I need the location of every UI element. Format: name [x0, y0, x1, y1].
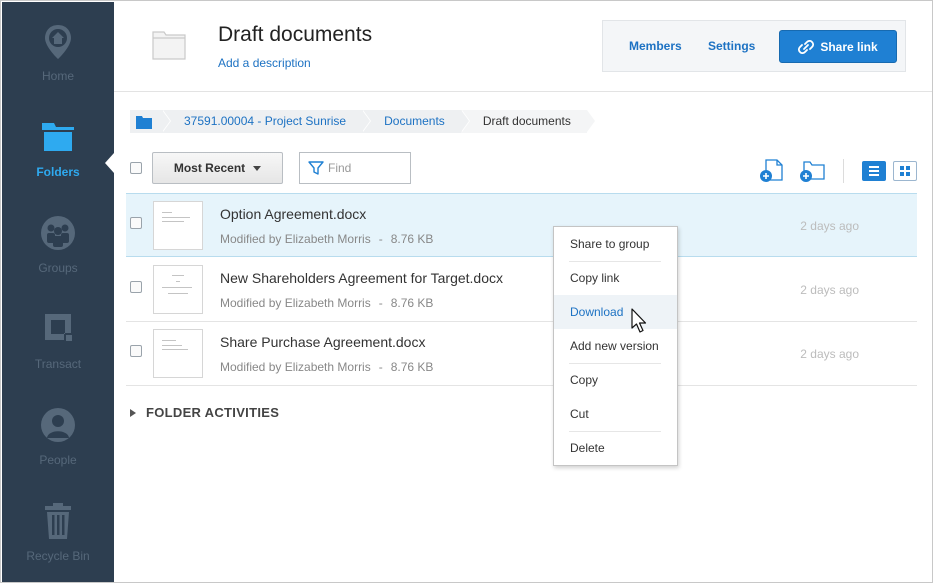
sidebar-item-label: Recycle Bin — [26, 549, 90, 563]
file-date: 2 days ago — [800, 219, 859, 233]
file-meta: Modified by Elizabeth Morris -8.76 KB — [220, 360, 434, 374]
person-icon — [41, 408, 75, 442]
file-date: 2 days ago — [800, 347, 859, 361]
page-header: Draft documents Add a description Member… — [114, 2, 932, 92]
file-row[interactable]: Share Purchase Agreement.docx Modified b… — [126, 322, 917, 386]
trash-icon — [45, 503, 71, 539]
mouse-cursor-icon — [631, 308, 647, 333]
folder-icon — [136, 116, 152, 129]
menu-item-download[interactable]: Download — [554, 295, 677, 329]
row-checkbox[interactable] — [130, 345, 142, 357]
menu-item-copy-link[interactable]: Copy link — [554, 261, 677, 295]
transact-icon — [45, 314, 72, 341]
breadcrumb-item-current: Draft documents — [460, 110, 596, 133]
filter-icon — [308, 161, 324, 175]
folder-outline-icon — [152, 31, 186, 60]
list-view-button[interactable] — [862, 161, 886, 181]
sidebar-item-transact[interactable]: Transact — [2, 311, 114, 401]
sidebar-item-label: Home — [41, 69, 74, 83]
link-icon — [798, 39, 815, 54]
menu-item-delete[interactable]: Delete — [554, 431, 677, 465]
breadcrumb-item-documents[interactable]: Documents — [362, 110, 470, 133]
file-name[interactable]: Share Purchase Agreement.docx — [220, 334, 425, 350]
folder-activities-toggle[interactable]: FOLDER ACTIVITIES — [130, 405, 279, 420]
sidebar-item-label: People — [39, 453, 77, 467]
menu-item-share-to-group[interactable]: Share to group — [554, 227, 677, 261]
sidebar-item-folders[interactable]: Folders — [2, 119, 114, 209]
share-link-label: Share link — [820, 39, 878, 54]
select-all-checkbox[interactable] — [130, 162, 142, 174]
find-input[interactable]: Find — [299, 152, 411, 184]
sort-dropdown[interactable]: Most Recent — [152, 152, 283, 184]
map-pin-icon — [45, 25, 71, 59]
share-link-button[interactable]: Share link — [779, 30, 897, 63]
file-meta: Modified by Elizabeth Morris -8.76 KB — [220, 232, 434, 246]
sort-label: Most Recent — [173, 161, 246, 175]
file-row[interactable]: New Shareholders Agreement for Target.do… — [126, 258, 917, 322]
sidebar-item-recycle-bin[interactable]: Recycle Bin — [2, 503, 114, 582]
menu-item-cut[interactable]: Cut — [554, 397, 677, 431]
document-thumbnail — [153, 201, 203, 250]
sidebar-item-label: Folders — [36, 165, 80, 179]
sidebar-item-groups[interactable]: Groups — [2, 215, 114, 305]
file-name[interactable]: New Shareholders Agreement for Target.do… — [220, 270, 503, 286]
list-icon — [869, 166, 879, 176]
caret-down-icon — [253, 165, 262, 171]
grid-view-button[interactable] — [893, 161, 917, 181]
sidebar-item-label: Groups — [38, 261, 78, 275]
sidebar-item-people[interactable]: People — [2, 407, 114, 497]
menu-item-copy[interactable]: Copy — [554, 363, 677, 397]
app-window: Home Folders Groups Transact People Recy… — [0, 0, 933, 583]
row-checkbox[interactable] — [130, 281, 142, 293]
toolbar-divider — [843, 159, 844, 183]
document-thumbnail — [153, 329, 203, 378]
document-thumbnail — [153, 265, 203, 314]
folder-activities-label: FOLDER ACTIVITIES — [146, 405, 280, 420]
file-name[interactable]: Option Agreement.docx — [220, 206, 366, 222]
header-actions: Members Settings Share link — [602, 20, 906, 72]
add-description-link[interactable]: Add a description — [218, 56, 311, 70]
breadcrumb-root[interactable] — [130, 110, 171, 133]
sidebar: Home Folders Groups Transact People Recy… — [2, 2, 114, 582]
context-menu: Share to group Copy link Download Add ne… — [553, 226, 678, 466]
menu-item-add-new-version[interactable]: Add new version — [554, 329, 677, 363]
sidebar-item-home[interactable]: Home — [2, 23, 114, 113]
triangle-right-icon — [130, 408, 136, 417]
row-checkbox[interactable] — [130, 217, 142, 229]
grid-icon — [900, 166, 910, 176]
members-link[interactable]: Members — [629, 39, 682, 53]
settings-link[interactable]: Settings — [708, 39, 755, 53]
new-folder-icon[interactable] — [799, 159, 825, 183]
file-row[interactable]: Option Agreement.docx Modified by Elizab… — [126, 193, 917, 257]
new-document-icon[interactable] — [759, 159, 785, 183]
find-placeholder: Find — [328, 161, 352, 175]
file-meta: Modified by Elizabeth Morris -8.76 KB — [220, 296, 434, 310]
file-date: 2 days ago — [800, 283, 859, 297]
breadcrumb-item-project[interactable]: 37591.00004 - Project Sunrise — [162, 110, 372, 133]
sidebar-item-label: Transact — [34, 357, 82, 371]
breadcrumb: 37591.00004 - Project Sunrise Documents … — [130, 110, 596, 133]
groups-icon — [41, 216, 75, 250]
folder-icon — [42, 123, 74, 153]
page-title: Draft documents — [218, 23, 373, 46]
